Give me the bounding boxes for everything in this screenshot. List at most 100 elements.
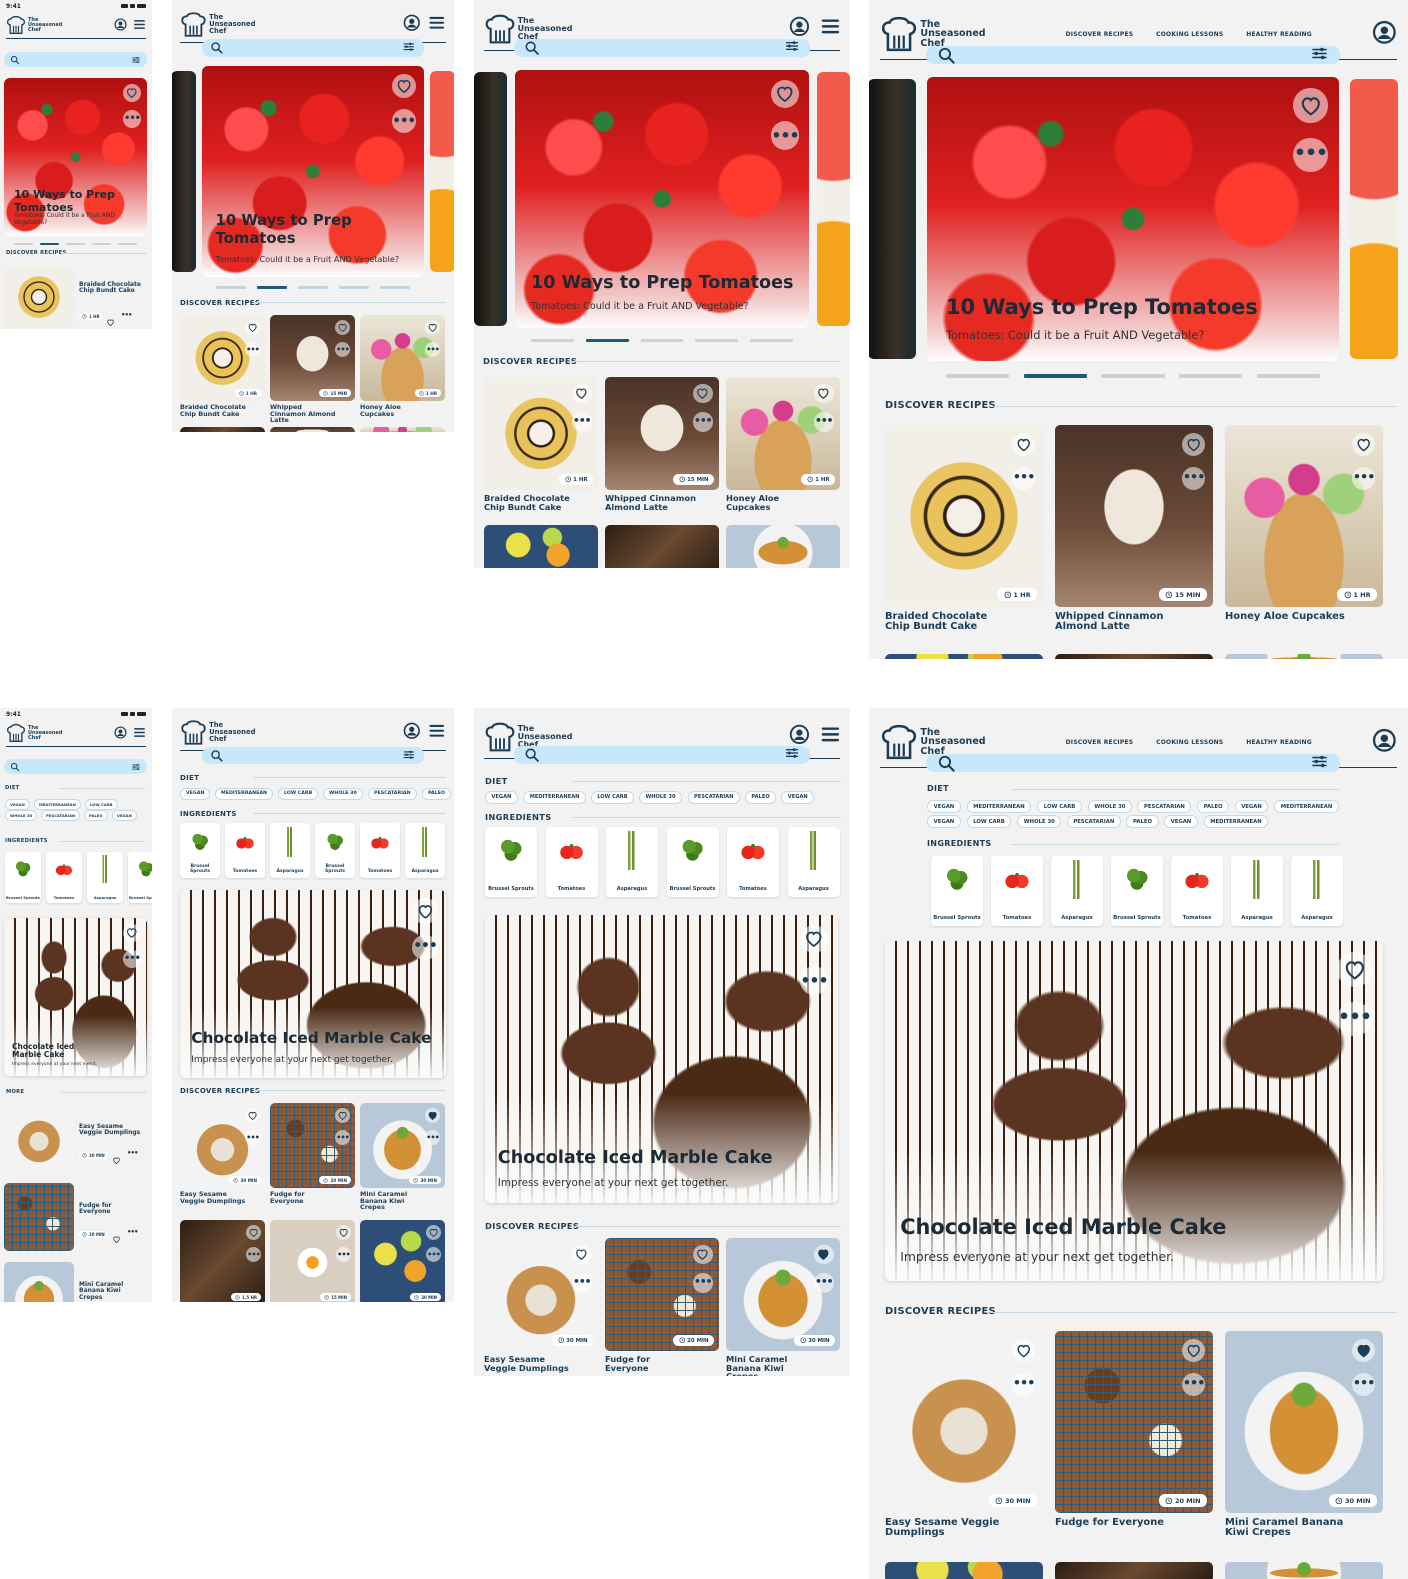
carousel-prev-slide[interactable] xyxy=(474,72,507,326)
diet-chip[interactable]: WHOLE 30 xyxy=(639,791,682,804)
recipe-card[interactable]: ••• 30 MIN Easy Sesame Veggie Dumplings xyxy=(484,1238,598,1372)
ingredient-tile[interactable]: Brussel Sprouts xyxy=(180,823,220,878)
recipe-card[interactable]: ••• 30 MIN Mini Caramel Banana Kiwi Crepes xyxy=(1225,1331,1383,1538)
recipe-card[interactable]: ••• 1 HR Braided Chocolate Chip Bundt Cake xyxy=(484,377,598,511)
carousel-dot[interactable] xyxy=(40,243,59,245)
recipe-card[interactable]: ••• 15 MIN Whipped Cinnamon Almond Latte xyxy=(1055,425,1213,632)
diet-chip[interactable]: WHOLE 30 xyxy=(323,788,363,800)
carousel-next-slide[interactable] xyxy=(817,72,850,326)
brand-logo[interactable]: The Unseasoned Chef xyxy=(180,719,255,746)
diet-chip[interactable]: MEDITERRANEAN xyxy=(1274,800,1339,814)
featured-recipe-card[interactable]: ••• Chocolate Iced Marble Cake Impress eve… xyxy=(4,918,147,1076)
list-item[interactable]: Braided Chocolate Chip Bundt Cake 1 HR ••• xyxy=(4,266,147,329)
diet-chip[interactable]: PESCATARIAN xyxy=(368,788,417,800)
diet-chip[interactable]: MEDITERRANEAN xyxy=(215,788,274,800)
more-options-button[interactable]: ••• xyxy=(245,1130,260,1145)
account-button[interactable] xyxy=(114,16,127,35)
more-options-button[interactable]: ••• xyxy=(123,950,141,968)
more-options-button[interactable]: ••• xyxy=(412,934,438,960)
more-options-button[interactable]: ••• xyxy=(121,311,132,319)
diet-chip[interactable]: VEGAN xyxy=(1164,815,1198,829)
ingredient-tile[interactable]: Asparagus xyxy=(787,827,840,897)
favorite-button[interactable] xyxy=(1293,88,1328,123)
recipe-card[interactable]: ••• 30 MIN Easy Sesame Veggie Dumplings xyxy=(885,1331,1043,1538)
menu-button[interactable] xyxy=(428,14,446,36)
diet-chip[interactable]: VEGAN xyxy=(485,791,518,804)
search-bar[interactable] xyxy=(514,746,810,764)
carousel-dot[interactable] xyxy=(66,243,85,245)
recipe-card[interactable]: ••• 1 HR Braided Chocolate Chip Bundt Cake xyxy=(885,425,1043,632)
more-options-button[interactable]: ••• xyxy=(572,1273,592,1293)
nav-healthy-reading[interactable]: HEALTHY READING xyxy=(1246,739,1312,746)
filter-button[interactable] xyxy=(131,757,141,776)
ingredient-tile[interactable]: Tomatoes xyxy=(991,856,1043,926)
recipe-card[interactable]: ••• 30 MIN Mini Caramel Banana Kiwi Crepes xyxy=(726,1238,840,1376)
diet-chip[interactable]: MEDITERRANEAN xyxy=(34,799,81,810)
recipe-card[interactable]: ••• 15 MIN Whipped Cinnamon Almond Latte xyxy=(270,315,355,424)
menu-button[interactable] xyxy=(820,16,841,41)
more-options-button[interactable]: ••• xyxy=(1012,1372,1035,1397)
diet-chip[interactable]: LOW CARB xyxy=(278,788,319,800)
favorite-button[interactable] xyxy=(245,320,260,335)
diet-chip[interactable]: PALEO xyxy=(422,788,452,800)
filter-button[interactable] xyxy=(131,50,141,69)
brand-logo[interactable]: The Unseasoned Chef xyxy=(180,11,255,38)
more-options-button[interactable]: ••• xyxy=(799,966,829,995)
favorite-button[interactable] xyxy=(693,1244,713,1264)
carousel-dot[interactable] xyxy=(695,339,739,343)
diet-chip[interactable]: VEGAN xyxy=(180,788,211,800)
favorite-button[interactable] xyxy=(245,1108,260,1123)
ingredient-tile[interactable]: Brussel Sprouts xyxy=(666,827,719,897)
favorite-button[interactable] xyxy=(425,1108,440,1123)
more-options-button[interactable]: ••• xyxy=(1182,466,1205,491)
favorite-button[interactable] xyxy=(112,1150,121,1169)
more-options-button[interactable]: ••• xyxy=(425,342,440,357)
diet-chip[interactable]: PESCATARIAN xyxy=(1066,815,1121,829)
more-options-button[interactable]: ••• xyxy=(127,1149,138,1157)
menu-button[interactable] xyxy=(428,722,446,744)
filter-button[interactable] xyxy=(1310,752,1329,775)
search-bar[interactable] xyxy=(926,46,1340,64)
recipe-card[interactable]: ••• 20 MIN Fudge for Everyone xyxy=(605,1238,719,1372)
more-options-button[interactable]: ••• xyxy=(123,110,141,128)
search-bar[interactable] xyxy=(514,39,810,57)
featured-recipe-card[interactable]: ••• Chocolate Iced Marble Cake Impress eve… xyxy=(885,941,1383,1281)
list-item[interactable]: Fudge for Everyone 20 MIN ••• xyxy=(4,1183,147,1253)
featured-article-card[interactable]: ••• 10 Ways to Prep Tomatoes Tomatoes: Cou… xyxy=(927,77,1339,361)
filter-button[interactable] xyxy=(784,745,800,765)
favorite-button[interactable] xyxy=(1352,1338,1376,1362)
carousel-dot[interactable] xyxy=(1256,374,1320,379)
recipe-card[interactable]: ••• 1 HR Braided Chocolate Chip Bundt Cake xyxy=(180,315,265,417)
ingredient-tile[interactable]: Brussel Sprouts xyxy=(931,856,983,926)
favorite-button[interactable] xyxy=(693,383,713,403)
more-options-button[interactable]: ••• xyxy=(391,109,416,134)
carousel-dot[interactable] xyxy=(118,243,137,245)
search-bar[interactable] xyxy=(4,759,147,774)
carousel-dot[interactable] xyxy=(256,286,288,290)
more-options-button[interactable]: ••• xyxy=(1012,466,1035,491)
ingredient-tile[interactable]: Asparagus xyxy=(606,827,658,897)
carousel-prev-slide[interactable] xyxy=(172,71,196,272)
nav-cooking-lessons[interactable]: COOKING LESSONS xyxy=(1156,739,1223,746)
carousel-dot[interactable] xyxy=(640,339,684,343)
favorite-button[interactable] xyxy=(814,383,834,403)
ingredient-tile[interactable]: Asparagus xyxy=(270,823,310,878)
more-options-button[interactable]: ••• xyxy=(1293,137,1328,172)
account-button[interactable] xyxy=(114,724,127,743)
recipe-card[interactable]: ••• 15 MIN Whipped Cinnamon Almond Latte xyxy=(605,377,719,511)
diet-chip[interactable]: PALEO xyxy=(1197,800,1230,814)
more-options-button[interactable]: ••• xyxy=(693,1273,713,1293)
diet-chip[interactable]: MEDITERRANEAN xyxy=(966,800,1032,814)
carousel-dot[interactable] xyxy=(92,243,111,245)
filter-button[interactable] xyxy=(402,39,416,58)
menu-button[interactable] xyxy=(133,724,146,743)
carousel-dot[interactable] xyxy=(215,286,247,290)
menu-button[interactable] xyxy=(133,16,146,35)
filter-button[interactable] xyxy=(784,38,800,58)
ingredient-tile[interactable]: Brussel Sprouts xyxy=(128,852,152,903)
favorite-button[interactable] xyxy=(1182,1338,1206,1362)
ingredient-tile[interactable]: Asparagus xyxy=(1051,856,1103,926)
more-options-button[interactable]: ••• xyxy=(127,1228,138,1236)
diet-chip[interactable]: LOW CARB xyxy=(1037,800,1082,814)
ingredient-tile[interactable]: Brussel Sprouts xyxy=(5,852,41,903)
